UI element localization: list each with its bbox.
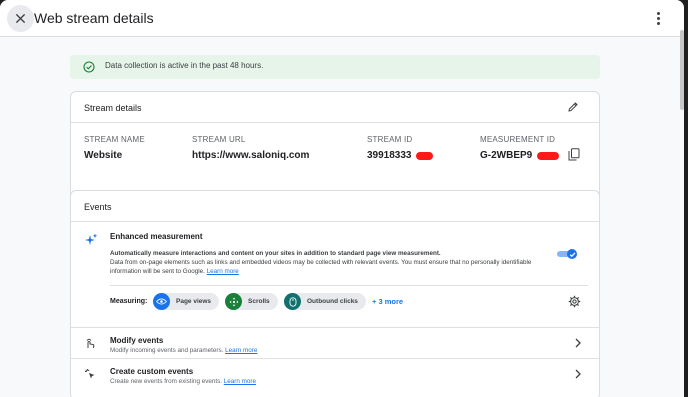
page-title: Web stream details (34, 10, 154, 26)
top-bar: Web stream details (0, 0, 684, 37)
redaction-mark (537, 152, 559, 160)
stream-name-label: STREAM NAME (84, 135, 145, 144)
modify-events-title: Modify events (110, 336, 164, 345)
data-collection-banner: Data collection is active in the past 48… (70, 55, 600, 79)
enhanced-measurement-title: Enhanced measurement (110, 232, 203, 241)
gear-icon[interactable] (568, 295, 581, 308)
create-custom-events-title: Create custom events (110, 367, 194, 376)
measurement-id-label: MEASUREMENT ID (480, 135, 556, 144)
eye-icon (153, 293, 170, 310)
check-icon (569, 252, 575, 257)
chip-label: Page views (176, 298, 212, 305)
enhanced-measurement-desc: Automatically measure interactions and c… (110, 250, 441, 257)
chip-page-views[interactable]: Page views (153, 293, 220, 310)
create-custom-events-row[interactable]: Create custom events Create new events f… (71, 358, 599, 389)
stream-id-value[interactable]: 39918333 (367, 150, 412, 161)
more-measuring-link[interactable]: + 3 more (372, 297, 403, 306)
touch-icon (86, 338, 95, 349)
stream-details-title: Stream details (84, 103, 142, 113)
stream-id-label: STREAM ID (367, 135, 413, 144)
chip-label: Outbound clicks (307, 298, 358, 305)
events-card: Events Enhanced measurement Automaticall… (70, 190, 600, 397)
main-content: Data collection is active in the past 48… (0, 38, 684, 397)
move-icon (225, 293, 242, 310)
chip-label: Scrolls (248, 298, 270, 305)
stream-name-value: Website (84, 150, 123, 161)
banner-text: Data collection is active in the past 48… (105, 61, 264, 70)
create-custom-events-learn-more-link[interactable]: Learn more (224, 378, 256, 385)
stream-url-label: STREAM URL (192, 135, 246, 144)
create-custom-events-subtitle-text: Create new events from existing events. (110, 378, 222, 385)
measuring-label: Measuring: (110, 298, 148, 305)
copy-icon[interactable] (568, 148, 580, 161)
modify-events-row[interactable]: Modify events Modify incoming events and… (71, 327, 599, 358)
web-stream-details-panel: Web stream details Data collection is ac… (0, 0, 684, 397)
check-circle-icon (83, 61, 95, 73)
divider (110, 285, 588, 286)
chevron-right-icon (575, 338, 581, 348)
toggle-thumb (567, 249, 577, 259)
chip-scrolls[interactable]: Scrolls (225, 293, 278, 310)
click-sparkle-icon (85, 369, 95, 379)
measurement-id-value[interactable]: G-2WBEP9 (480, 150, 532, 161)
modify-events-learn-more-link[interactable]: Learn more (225, 347, 257, 354)
more-options-icon[interactable] (650, 10, 666, 26)
mouse-icon (284, 293, 301, 310)
close-icon (15, 13, 26, 24)
modify-events-subtitle: Modify incoming events and parameters. L… (110, 347, 257, 354)
sparkle-icon (85, 233, 98, 245)
stream-url-value: https://www.saloniq.com (192, 150, 310, 161)
modify-events-subtitle-text: Modify incoming events and parameters. (110, 347, 224, 354)
events-header: Events (71, 191, 599, 222)
enhanced-measurement-note-text: Data from on-page elements such as links… (110, 259, 532, 275)
enhanced-learn-more-link[interactable]: Learn more (207, 268, 239, 275)
edit-pencil-icon[interactable] (567, 101, 579, 113)
scrollbar[interactable] (680, 30, 684, 110)
chevron-right-icon (575, 369, 581, 379)
enhanced-measurement-note: Data from on-page elements such as links… (110, 258, 550, 276)
create-custom-events-subtitle: Create new events from existing events. … (110, 378, 256, 385)
chip-outbound-clicks[interactable]: Outbound clicks (284, 293, 366, 310)
close-button[interactable] (7, 5, 34, 32)
stream-details-header: Stream details (71, 92, 599, 123)
events-title: Events (84, 202, 112, 212)
redaction-mark (416, 152, 433, 160)
enhanced-measurement-toggle[interactable] (557, 249, 577, 259)
